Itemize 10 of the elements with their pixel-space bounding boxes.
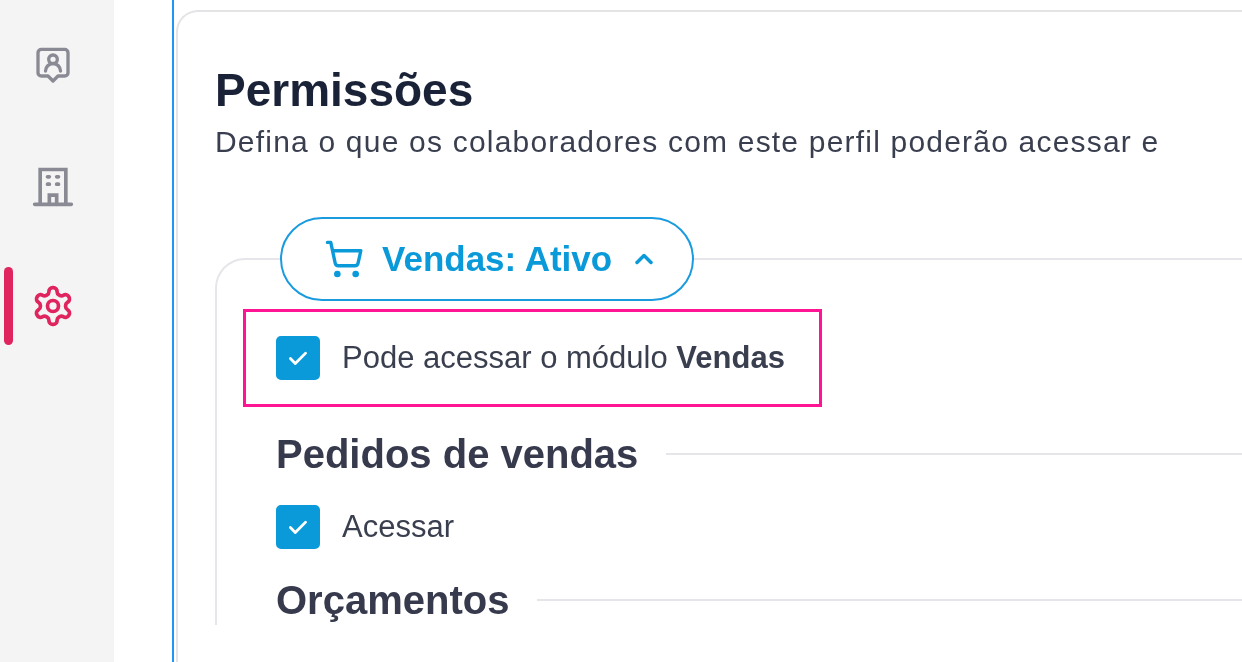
module-toggle[interactable]: Vendas: Ativo xyxy=(280,217,695,301)
page-title: Permissões xyxy=(215,63,475,118)
section-title: Orçamentos xyxy=(276,577,510,624)
page-subtitle: Defina o que os colaboradores com este perfil poderão acessar e xyxy=(215,124,1161,160)
section-title: Pedidos de vendas xyxy=(276,431,639,478)
checkbox[interactable] xyxy=(276,336,320,380)
checkbox-label: Pode acessar o módulo Vendas xyxy=(342,340,785,376)
cart-icon xyxy=(324,239,364,279)
checkbox[interactable] xyxy=(276,505,320,549)
checkbox-label: Acessar xyxy=(342,509,454,545)
